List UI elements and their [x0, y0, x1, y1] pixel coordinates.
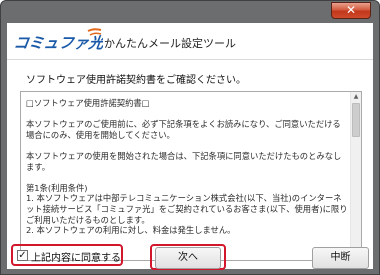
license-heading: □ソフトウェア使用許諾契約書□	[26, 98, 150, 108]
license-text-area[interactable]: □ソフトウェア使用許諾契約書□ 本ソフトウェアのご使用前に、必ず下記条項をよくお…	[20, 91, 362, 261]
agree-checkbox[interactable]: ✓	[17, 250, 28, 261]
app-title: かんたんメール設定ツール	[104, 37, 236, 50]
license-clause: 1. 本ソフトウェアは中部テレコミュニケーション株式会社(以下、当社)のインター…	[26, 193, 348, 225]
commufa-logo: コミュファ光	[15, 28, 103, 52]
dialog-body: コミュファ光 かんたんメール設定ツール ソフトウェア使用許諾契約書をご確認くださ…	[7, 23, 373, 269]
next-button[interactable]: 次へ	[155, 247, 221, 269]
agree-checkbox-group[interactable]: ✓ 上記内容に同意する	[11, 244, 123, 266]
title-bar[interactable]: ✕	[1, 1, 379, 21]
license-content: □ソフトウェア使用許諾契約書□ 本ソフトウェアのご使用前に、必ず下記条項をよくお…	[26, 98, 348, 236]
scroll-up-icon[interactable]: ▲	[351, 92, 361, 102]
header-divider	[7, 59, 373, 60]
close-icon: ✕	[345, 3, 357, 17]
scroll-thumb[interactable]	[352, 103, 360, 137]
logo-text: コミュファ光	[15, 35, 103, 52]
next-button-highlight: 次へ	[150, 244, 226, 270]
header: コミュファ光 かんたんメール設定ツール	[7, 23, 373, 59]
close-button[interactable]: ✕	[331, 2, 371, 19]
vertical-scrollbar[interactable]: ▲ ▼	[350, 92, 361, 260]
installer-window: ✕ コミュファ光 かんたんメール設定ツール ソフトウェア使用許諾契約書をご確認く…	[0, 0, 380, 275]
confirm-prompt: ソフトウェア使用許諾契約書をご確認ください。	[26, 75, 246, 86]
cancel-button[interactable]: 中断	[312, 247, 369, 269]
agree-label[interactable]: 上記内容に同意する	[31, 249, 121, 264]
checkmark-icon: ✓	[18, 250, 27, 261]
license-clause: 2. 本ソフトウェアの利用に対し、料金は発生しません。	[26, 225, 236, 236]
license-paragraph: 本ソフトウェアのご使用前に、必ず下記条項をよくお読みになり、ご同意いただける場合…	[26, 119, 341, 140]
license-paragraph: 本ソフトウェアの使用を開始された場合は、下記条項に同意いただけたものとみなします…	[26, 150, 342, 172]
license-article-title: 第1条(利用条件)	[26, 182, 88, 193]
